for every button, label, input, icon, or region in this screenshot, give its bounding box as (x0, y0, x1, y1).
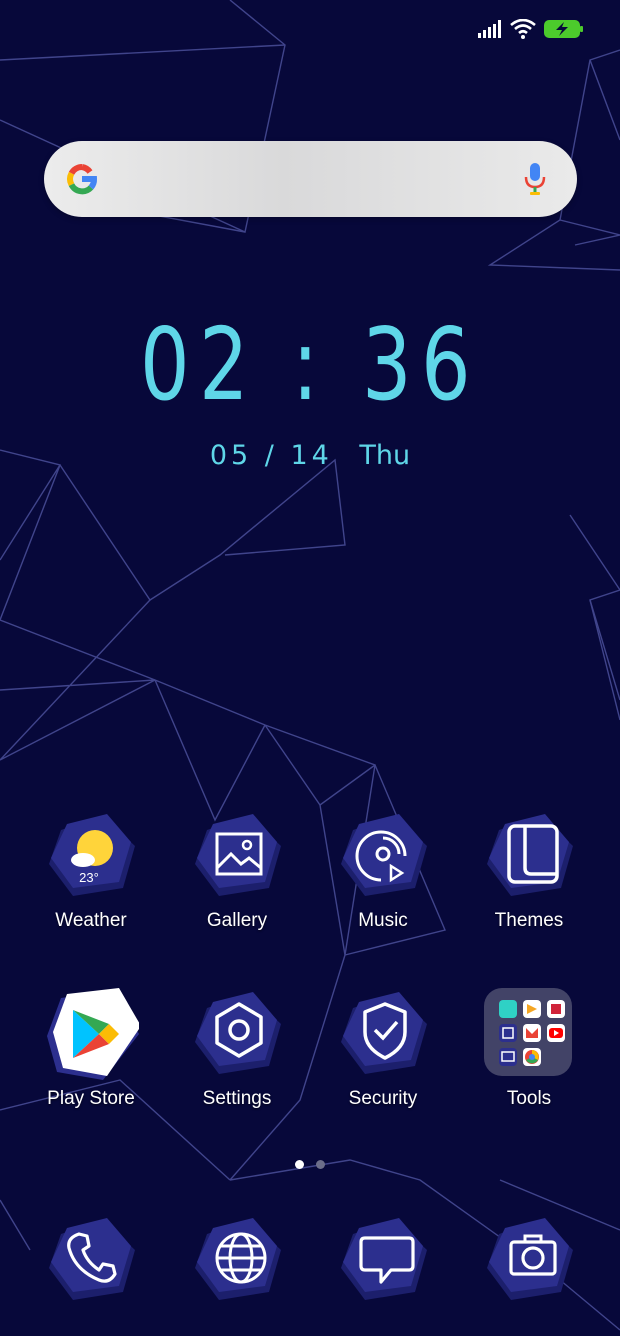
app-label: Settings (202, 1088, 272, 1109)
dock-browser[interactable] (167, 1212, 307, 1312)
weather-sun-icon: 23° (49, 814, 135, 896)
messages-icon (341, 1218, 427, 1300)
app-label: Music (358, 910, 408, 931)
gallery-image-icon (195, 814, 281, 896)
app-themes[interactable]: Themes (459, 808, 599, 958)
app-label: Weather (55, 910, 127, 931)
clock-day: Thu (359, 440, 411, 471)
app-play-store[interactable]: Play Store (21, 986, 161, 1136)
weather-temp: 23° (79, 870, 99, 885)
tools-folder-icon (499, 1000, 565, 1066)
status-bar (478, 16, 584, 42)
dock-camera[interactable] (459, 1212, 599, 1312)
page-dot[interactable] (316, 1160, 325, 1169)
play-store-icon (47, 988, 139, 1080)
app-label: Themes (494, 910, 564, 931)
google-g-icon (67, 164, 97, 195)
phone-icon (49, 1218, 135, 1300)
microphone-icon[interactable] (523, 161, 547, 197)
clock-time[interactable]: 02 : 36 (68, 310, 552, 420)
google-search-bar[interactable] (44, 141, 577, 217)
music-disc-icon (341, 814, 427, 896)
app-label: Gallery (206, 910, 268, 931)
page-indicator[interactable] (0, 1160, 620, 1169)
dock-phone[interactable] (21, 1212, 161, 1312)
app-label: Play Store (47, 1088, 135, 1109)
clock-date: 05 / 14 (209, 440, 333, 471)
app-label: Tools (506, 1088, 552, 1109)
camera-icon (487, 1218, 573, 1300)
dock-messages[interactable] (313, 1212, 453, 1312)
settings-hexagon-icon (195, 992, 281, 1074)
security-shield-icon (341, 992, 427, 1074)
clock-date-row[interactable]: 05 / 14 Thu (0, 440, 620, 472)
app-settings[interactable]: Settings (167, 986, 307, 1136)
app-music[interactable]: Music (313, 808, 453, 958)
themes-icon (487, 814, 573, 896)
signal-bars-icon (478, 20, 501, 38)
app-weather[interactable]: 23° Weather (21, 808, 161, 958)
app-tools-folder[interactable]: Tools (459, 986, 599, 1136)
battery-charging-icon (544, 20, 583, 38)
app-gallery[interactable]: Gallery (167, 808, 307, 958)
app-label: Security (348, 1088, 418, 1109)
browser-globe-icon (195, 1218, 281, 1300)
page-dot-active[interactable] (295, 1160, 304, 1169)
wifi-icon (510, 19, 536, 39)
app-security[interactable]: Security (313, 986, 453, 1136)
